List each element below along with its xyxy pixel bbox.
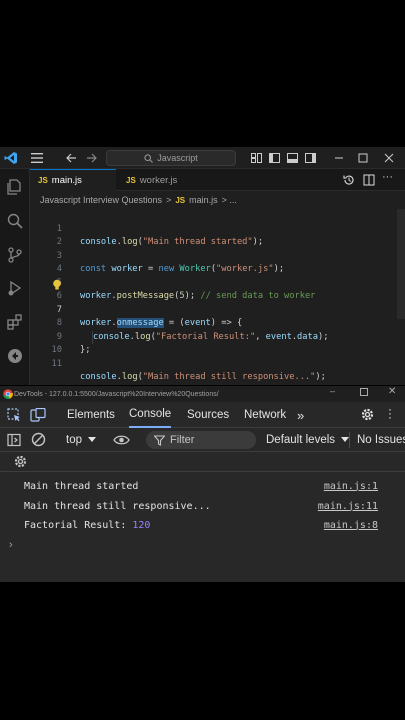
console-settings-gear-icon[interactable] bbox=[13, 454, 28, 469]
tab-label: worker.js bbox=[139, 174, 178, 186]
console-source-link[interactable]: main.js:8 bbox=[324, 520, 378, 531]
live-share-icon[interactable] bbox=[6, 347, 24, 365]
console-message-text: Main thread started bbox=[24, 480, 139, 492]
line-number: 11 bbox=[51, 358, 62, 369]
code-line: 5 worker.postMessage(5); // send data to… bbox=[30, 263, 395, 302]
log-levels-dropdown[interactable]: Default levels bbox=[266, 428, 350, 452]
console-message-text: Factorial Result: 120 bbox=[24, 519, 151, 531]
chrome-logo-icon bbox=[3, 389, 13, 399]
js-file-icon: JS bbox=[38, 176, 48, 185]
code-line: 10 bbox=[30, 331, 395, 355]
close-icon[interactable] bbox=[383, 151, 395, 165]
toggle-panel-icon[interactable] bbox=[286, 151, 298, 165]
console-message: Main thread still responsive... main.js:… bbox=[0, 496, 405, 516]
sidebar-toggle-icon[interactable] bbox=[7, 433, 21, 447]
devtools-title: DevTools - 127.0.0.1:5500/Javascript%20I… bbox=[14, 390, 219, 398]
editor-tabs: JS main.js JS worker.js ··· bbox=[30, 169, 405, 191]
toolbar-divider bbox=[349, 432, 350, 448]
breadcrumb-file[interactable]: main.js bbox=[189, 195, 218, 205]
devtools-window: DevTools - 127.0.0.1:5500/Javascript%20I… bbox=[0, 386, 405, 582]
filter-placeholder: Filter bbox=[170, 434, 195, 446]
eye-icon[interactable] bbox=[113, 434, 130, 446]
minimize-icon[interactable] bbox=[333, 151, 345, 165]
console-message: Main thread started main.js:1 bbox=[0, 476, 405, 496]
code-line: 11 console.log("Main thread still respon… bbox=[30, 344, 395, 383]
search-placeholder: Javascript bbox=[157, 153, 198, 163]
inspect-element-icon[interactable] bbox=[7, 408, 21, 422]
tab-elements[interactable]: Elements bbox=[67, 402, 115, 428]
vscode-logo-icon bbox=[4, 152, 17, 164]
console-number-value: 120 bbox=[132, 519, 151, 531]
search-icon bbox=[144, 153, 154, 163]
breadcrumb-tail[interactable]: > ... bbox=[222, 195, 237, 205]
context-label: top bbox=[66, 434, 82, 446]
clear-console-icon[interactable] bbox=[31, 432, 46, 447]
chevron-down-icon bbox=[88, 437, 96, 442]
lightbulb-icon[interactable] bbox=[52, 279, 62, 291]
context-selector[interactable]: top bbox=[66, 428, 96, 452]
code-line: 6 bbox=[30, 277, 395, 301]
code-line: 3 const worker = new Worker("worker.js")… bbox=[30, 236, 395, 275]
issues-counter[interactable]: No Issues bbox=[357, 428, 405, 452]
tab-sources[interactable]: Sources bbox=[187, 402, 229, 428]
code-line: 2 bbox=[30, 223, 395, 247]
editor-scrollbar[interactable] bbox=[397, 209, 405, 319]
breadcrumb: Javascript Interview Questions > JS main… bbox=[40, 194, 237, 206]
tab-label: main.js bbox=[51, 175, 82, 186]
js-file-icon: JS bbox=[175, 195, 186, 205]
filter-icon bbox=[154, 434, 165, 446]
split-editor-icon[interactable] bbox=[363, 174, 375, 186]
gear-icon[interactable] bbox=[360, 407, 375, 422]
close-icon[interactable]: ✕ bbox=[388, 386, 396, 397]
toggle-sidebar-icon[interactable] bbox=[268, 151, 280, 165]
console-settings-row bbox=[0, 452, 405, 472]
timeline-history-icon[interactable] bbox=[343, 174, 355, 186]
layout-customize-icon[interactable] bbox=[250, 151, 262, 165]
more-tabs-icon[interactable]: » bbox=[297, 402, 304, 428]
device-toolbar-icon[interactable] bbox=[30, 408, 46, 422]
console-prompt[interactable]: › bbox=[9, 539, 13, 551]
code-line-current: 7 worker.onmessage = (event) => { bbox=[30, 290, 395, 328]
code-line: 4 bbox=[30, 250, 395, 274]
tab-network[interactable]: Network bbox=[244, 402, 286, 428]
source-control-icon[interactable] bbox=[6, 246, 24, 264]
maximize-icon[interactable] bbox=[357, 151, 369, 165]
explorer-icon[interactable] bbox=[6, 178, 24, 196]
extensions-icon[interactable] bbox=[6, 313, 24, 331]
devtools-tabs: Elements Console Sources Network » · · · bbox=[0, 402, 405, 428]
tab-worker-js[interactable]: JS worker.js bbox=[118, 169, 198, 191]
search-icon[interactable] bbox=[6, 212, 24, 230]
log-levels-label: Default levels bbox=[266, 434, 336, 446]
breadcrumb-folder[interactable]: Javascript Interview Questions bbox=[40, 195, 162, 205]
command-center-search[interactable]: Javascript bbox=[106, 150, 236, 166]
activity-bar bbox=[0, 169, 30, 385]
more-actions-icon[interactable]: ··· bbox=[382, 171, 393, 183]
menu-icon[interactable] bbox=[30, 151, 44, 165]
devtools-titlebar: DevTools - 127.0.0.1:5500/Javascript%20I… bbox=[0, 386, 405, 402]
forward-arrow-icon[interactable] bbox=[84, 151, 98, 165]
console-message: Factorial Result: 120 main.js:8 bbox=[0, 515, 405, 535]
console-source-link[interactable]: main.js:1 bbox=[324, 481, 378, 492]
minimize-icon[interactable]: – bbox=[330, 386, 335, 396]
back-arrow-icon[interactable] bbox=[64, 151, 78, 165]
code-editor[interactable]: 1 console.log("Main thread started"); 2 … bbox=[30, 209, 395, 385]
toggle-secondary-sidebar-icon[interactable] bbox=[304, 151, 316, 165]
chevron-down-icon bbox=[341, 437, 350, 442]
tab-console[interactable]: Console bbox=[129, 402, 172, 428]
breadcrumb-separator: > bbox=[166, 195, 172, 205]
code-line: 1 console.log("Main thread started"); bbox=[30, 209, 395, 248]
kebab-menu-icon[interactable]: · · · bbox=[387, 403, 393, 423]
tab-main-js[interactable]: JS main.js bbox=[30, 169, 116, 191]
console-toolbar: top Filter Default levels No Issues bbox=[0, 428, 405, 452]
vscode-titlebar: Javascript bbox=[0, 147, 405, 169]
console-message-text: Main thread still responsive... bbox=[24, 500, 211, 512]
filter-input[interactable]: Filter bbox=[146, 431, 256, 449]
maximize-icon[interactable] bbox=[360, 388, 368, 396]
code-line: 9 }; bbox=[30, 317, 395, 356]
vscode-window: Javascript JS main.js JS worker.js ··· J… bbox=[0, 147, 405, 385]
console-source-link[interactable]: main.js:11 bbox=[318, 501, 378, 512]
js-file-icon: JS bbox=[126, 175, 136, 185]
code-line: 8 console.log("Factorial Result:", event… bbox=[30, 304, 395, 344]
run-debug-icon[interactable] bbox=[6, 279, 24, 297]
